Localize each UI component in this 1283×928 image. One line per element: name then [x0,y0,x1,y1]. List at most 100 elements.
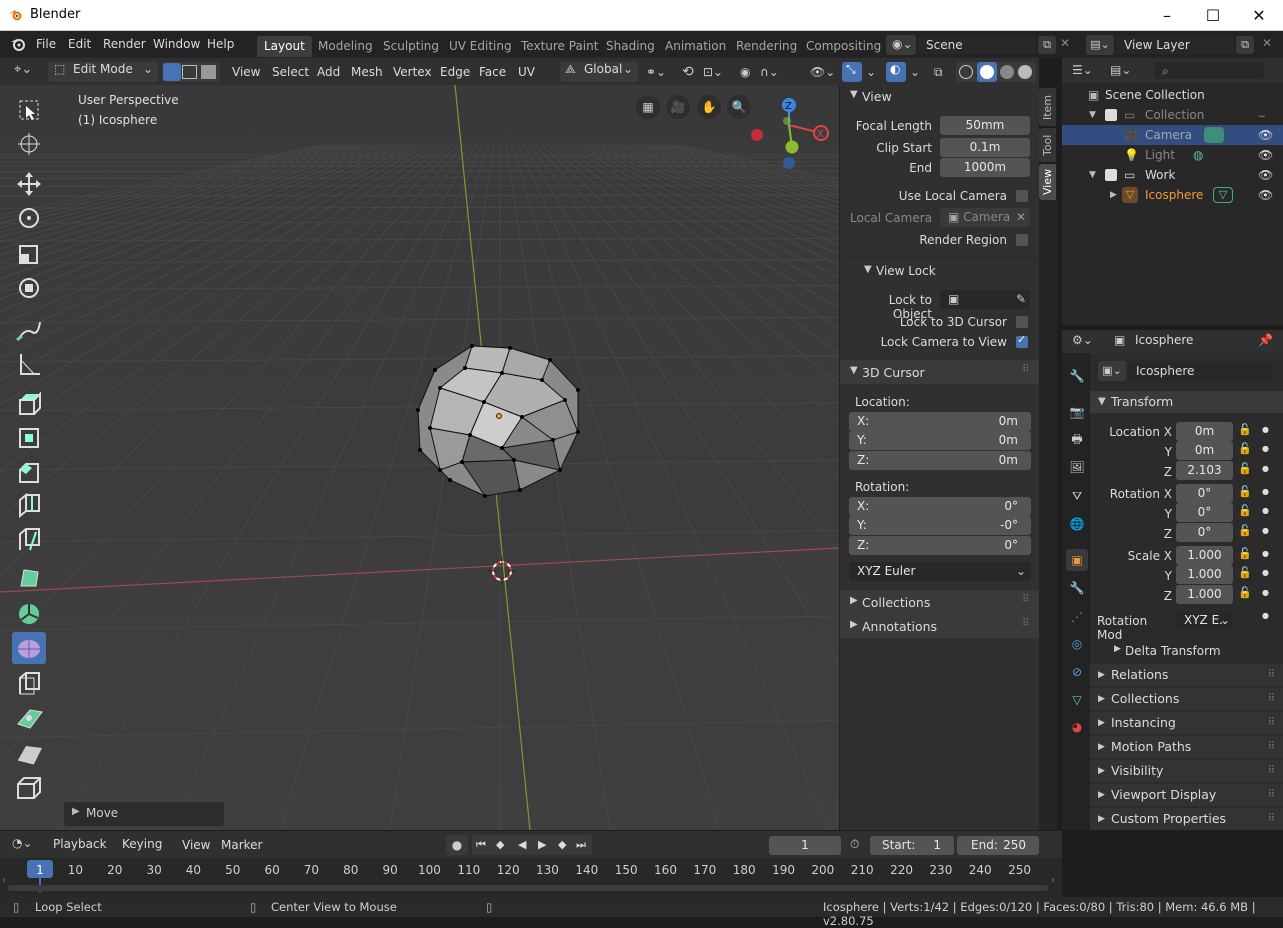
view-layer-props-icon[interactable]: 🖼 [1066,456,1088,478]
tab-compositing[interactable]: Compositing [799,36,888,57]
local-camera-field[interactable]: ▣ Camera✕ [940,208,1030,227]
keyframe-dot-icon[interactable]: ● [1262,425,1269,434]
menu-vertex[interactable]: Vertex [393,62,432,82]
mode-dropdown[interactable]: ⬚ Edit Mode ⌄ [48,62,158,82]
editor-type-button[interactable]: ⌖⌄ [10,62,42,82]
view-layer-name-field[interactable]: View Layer [1116,36,1234,54]
chevron-down-icon[interactable]: ⌄ [866,62,876,82]
menu-face[interactable]: Face [479,62,506,82]
eye-icon[interactable]: 👁 [1258,185,1273,205]
view-lock-title[interactable]: View Lock [876,264,936,278]
drag-handle-icon[interactable]: ⠿ [1022,618,1029,629]
keyframe-dot-icon[interactable]: ● [1262,464,1269,473]
xray-icon[interactable]: ⧉ [934,62,943,82]
delta-transform-title[interactable]: Delta Transform [1125,644,1221,658]
wireframe-shading-icon[interactable] [959,65,973,79]
icosphere-mesh[interactable] [410,340,590,500]
3d-cursor-title[interactable]: 3D Cursor [862,365,925,380]
output-props-icon[interactable]: 🖶 [1066,428,1088,450]
collapse-view-lock-icon[interactable]: ▼ [864,264,872,275]
tab-shading[interactable]: Shading [599,36,662,57]
new-view-layer-icon[interactable]: ⧉ [1236,36,1254,54]
shrink-fatten-tool-icon[interactable] [12,668,46,700]
poly-build-tool-icon[interactable] [12,562,46,594]
play-icon[interactable]: ▶ [538,835,546,855]
navigation-gizmo[interactable]: Z X [745,93,835,173]
menu-select[interactable]: Select [272,62,309,82]
collection-checkbox[interactable] [1105,109,1117,121]
tab-view[interactable]: View [1039,164,1056,200]
constraints-props-icon[interactable]: ⊘ [1066,661,1088,683]
tab-animation[interactable]: Animation [658,36,733,57]
select-box-tool-icon[interactable] [12,94,46,126]
collapse-view-icon[interactable]: ▼ [850,89,858,100]
keyframe-dot-icon[interactable]: ● [1262,444,1269,453]
world-props-icon[interactable]: 🌐 [1066,513,1088,535]
jump-end-icon[interactable]: ⏭ [576,835,586,855]
annotations-panel-title[interactable]: Annotations [862,619,937,634]
end-frame-field[interactable]: End:250 [957,836,1039,855]
rip-region-tool-icon[interactable] [12,738,46,770]
cursor-location-x-field[interactable]: X:0m [849,412,1031,431]
menu-timeline-view[interactable]: View [182,838,210,852]
proportional-edit-icon[interactable]: ◉ [740,62,750,82]
falloff-icon[interactable]: ∩⌄ [760,62,779,82]
transform-tool-icon[interactable] [12,272,46,304]
rotation-mode-field[interactable]: XYZ E..⌄ [1176,611,1233,630]
tab-item[interactable]: Item [1039,88,1056,126]
vertex-select-icon[interactable] [163,63,181,81]
editor-type-icon[interactable]: ◔⌄ [12,836,33,850]
rotate-tool-icon[interactable] [12,202,46,234]
lock-icon[interactable]: 🔓 [1238,586,1252,599]
work-checkbox[interactable] [1105,169,1117,181]
focal-length-field[interactable]: 50mm [940,116,1030,135]
eye-icon[interactable]: 👁 [1258,145,1273,165]
cursor-tool-icon[interactable] [12,128,46,160]
3d-cursor-icon[interactable] [486,555,518,587]
rotation-z-field[interactable]: 0° [1176,523,1233,542]
eye-icon[interactable]: 👁 [1258,125,1273,145]
menu-window[interactable]: Window [153,37,200,51]
collections-panel-title[interactable]: Collections [862,595,930,610]
camera-view-icon[interactable]: 🎥 [666,95,690,119]
keyframe-dot-icon[interactable]: ● [1262,549,1269,558]
view-layer-browse-button[interactable]: ▤⌄ [1086,35,1114,55]
cursor-rotation-x-field[interactable]: X:0° [849,497,1031,516]
annotate-tool-icon[interactable] [12,314,46,346]
maximize-button[interactable]: ☐ [1190,0,1236,31]
close-window-button[interactable]: ✕ [1236,0,1282,31]
jump-start-icon[interactable]: ⏮ [476,835,486,855]
data-props-icon[interactable]: ▽ [1066,689,1088,711]
menu-edge[interactable]: Edge [440,62,470,82]
keyframe-dot-icon[interactable]: ● [1262,568,1269,577]
section-visibility[interactable]: ▶Visibility⠿ [1090,760,1283,782]
menu-marker[interactable]: Marker [221,838,262,852]
section-custom-properties[interactable]: ▶Custom Properties⠿ [1090,808,1283,830]
menu-render[interactable]: Render [103,37,146,51]
object-browse-button[interactable]: ▣⌄ [1098,361,1126,381]
scene-name-field[interactable]: Scene [918,36,1036,54]
editor-type-icon[interactable]: ☰⌄ [1072,63,1093,77]
pan-hand-icon[interactable]: ✋ [697,95,721,119]
menu-mesh[interactable]: Mesh [351,62,383,82]
view-panel-title[interactable]: View [862,89,892,104]
lock-3d-cursor-checkbox[interactable] [1016,316,1028,328]
menu-help[interactable]: Help [207,37,234,51]
solid-shading-icon[interactable] [977,62,997,82]
cursor-rotation-z-field[interactable]: Z:0° [849,536,1031,555]
scene-props-icon[interactable]: ⛛ [1066,485,1088,507]
move-tool-icon[interactable] [12,168,46,200]
pivot-icon[interactable]: ⚭⌄ [646,62,666,82]
lock-camera-checkbox[interactable]: ✓ [1016,336,1028,348]
material-shading-icon[interactable] [1000,65,1014,79]
outliner-row-scene-collection[interactable]: ▣Scene Collection [1062,85,1283,105]
outliner-row-camera[interactable]: 🎥Camera👁 [1062,125,1283,145]
rotation-x-field[interactable]: 0° [1176,484,1233,503]
last-operator-panel[interactable]: ▶ Move [64,802,224,826]
smooth-tool-icon[interactable] [12,632,46,664]
scene-browse-button[interactable]: ◉⌄ [886,35,916,55]
lock-icon[interactable]: 🔓 [1238,485,1252,498]
pin-icon[interactable]: 📌 [1258,333,1273,347]
location-z-field[interactable]: 2.103 [1176,461,1233,480]
section-viewport-display[interactable]: ▶Viewport Display⠿ [1090,784,1283,806]
